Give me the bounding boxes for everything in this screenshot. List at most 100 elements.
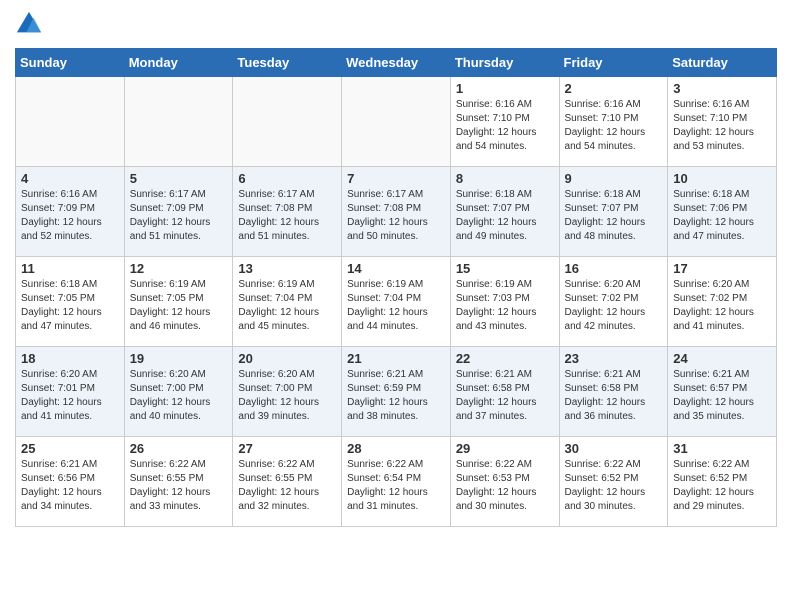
page-header (15, 10, 777, 38)
calendar-cell (233, 77, 342, 167)
calendar-cell: 25Sunrise: 6:21 AMSunset: 6:56 PMDayligh… (16, 437, 125, 527)
day-info: Sunrise: 6:18 AMSunset: 7:07 PMDaylight:… (456, 188, 554, 244)
day-number: 18 (21, 351, 119, 366)
day-info: Sunrise: 6:22 AMSunset: 6:52 PMDaylight:… (565, 458, 663, 514)
day-number: 1 (456, 81, 554, 96)
day-info: Sunrise: 6:19 AMSunset: 7:03 PMDaylight:… (456, 278, 554, 334)
daylight-text: Daylight: 12 hours (456, 487, 537, 498)
day-info: Sunrise: 6:20 AMSunset: 7:00 PMDaylight:… (238, 368, 336, 424)
column-header-tuesday: Tuesday (233, 49, 342, 77)
sunrise-text: Sunrise: 6:19 AM (456, 279, 532, 290)
daylight-minutes: and 46 minutes. (130, 321, 201, 332)
column-header-saturday: Saturday (668, 49, 777, 77)
daylight-minutes: and 40 minutes. (130, 411, 201, 422)
calendar-cell: 26 Sunrise: 6:22 AMSunset: 6:55 PMDayligh… (124, 437, 233, 527)
day-number: 25 (21, 441, 119, 456)
calendar: SundayMondayTuesdayWednesdayThursdayFrid… (15, 48, 777, 527)
day-info: Sunrise: 6:16 AMSunset: 7:10 PMDaylight:… (673, 98, 771, 154)
day-number: 7 (347, 171, 445, 186)
daylight-text: Daylight: 12 hours (565, 487, 646, 498)
calendar-week-row: 18 Sunrise: 6:20 AM Sunset: 7:01 PM Dayligh… (16, 347, 777, 437)
calendar-cell: 21 Sunrise: 6:21 AM Sunset: 6:59 PM Dayligh… (342, 347, 451, 437)
day-number: 10 (673, 171, 771, 186)
day-number: 15 (456, 261, 554, 276)
day-number: 14 (347, 261, 445, 276)
sunrise-text: Sunrise: 6:21 AM (673, 369, 749, 380)
sunrise-text: Sunrise: 6:19 AM (347, 279, 423, 290)
daylight-text: Daylight: 12 hours (21, 397, 102, 408)
day-info: Sunrise: 6:17 AMSunset: 7:08 PMDaylight:… (238, 188, 336, 244)
calendar-cell (342, 77, 451, 167)
day-info: Sunrise: 6:16 AMSunset: 7:10 PMDaylight:… (456, 98, 554, 154)
day-info: Sunrise: 6:16 AMSunset: 7:10 PMDaylight:… (565, 98, 663, 154)
calendar-cell: 28 Sunrise: 6:22 AMSunset: 6:54 PMDayligh… (342, 437, 451, 527)
day-info: Sunrise: 6:20 AMSunset: 7:00 PMDaylight:… (130, 368, 228, 424)
daylight-minutes: and 43 minutes. (456, 321, 527, 332)
daylight-minutes: and 29 minutes. (673, 501, 744, 512)
calendar-cell: 12Sunrise: 6:19 AMSunset: 7:05 PMDayligh… (124, 257, 233, 347)
sunrise-text: Sunrise: 6:18 AM (673, 189, 749, 200)
sunset-text: Sunset: 7:09 PM (21, 203, 95, 214)
sunset-text: Sunset: 6:52 PM (673, 473, 747, 484)
day-number: 16 (565, 261, 663, 276)
day-number: 28 (347, 441, 445, 456)
daylight-text: Daylight: 12 hours (238, 217, 319, 228)
day-info: Sunrise: 6:17 AMSunset: 7:09 PMDaylight:… (130, 188, 228, 244)
day-info: Sunrise: 6:20 AMSunset: 7:02 PMDaylight:… (673, 278, 771, 334)
day-info: Sunrise: 6:22 AMSunset: 6:52 PMDaylight:… (673, 458, 771, 514)
sunset-text: Sunset: 7:10 PM (673, 113, 747, 124)
daylight-minutes: and 45 minutes. (238, 321, 309, 332)
day-info: Sunrise: 6:22 AMSunset: 6:55 PMDaylight:… (130, 458, 228, 514)
day-info: Sunrise: 6:21 AM Sunset: 6:59 PM Daylight:… (347, 368, 445, 424)
day-number: 8 (456, 171, 554, 186)
sunrise-text: Sunrise: 6:20 AM (21, 369, 97, 380)
calendar-cell: 14Sunrise: 6:19 AMSunset: 7:04 PMDayligh… (342, 257, 451, 347)
daylight-text: Daylight: 12 hours (347, 397, 428, 408)
sunset-text: Sunset: 6:59 PM (347, 383, 421, 394)
sunrise-text: Sunrise: 6:21 AM (21, 459, 97, 470)
sunset-text: Sunset: 7:01 PM (21, 383, 95, 394)
day-info: Sunrise: 6:18 AMSunset: 7:07 PMDaylight:… (565, 188, 663, 244)
calendar-header-row: SundayMondayTuesdayWednesdayThursdayFrid… (16, 49, 777, 77)
sunrise-text: Sunrise: 6:17 AM (130, 189, 206, 200)
day-number: 21 (347, 351, 445, 366)
calendar-cell: 22Sunrise: 6:21 AMSunset: 6:58 PMDayligh… (450, 347, 559, 437)
calendar-week-row: 4Sunrise: 6:16 AMSunset: 7:09 PMDaylight… (16, 167, 777, 257)
calendar-cell: 19Sunrise: 6:20 AMSunset: 7:00 PMDayligh… (124, 347, 233, 437)
day-number: 26 (130, 441, 228, 456)
daylight-minutes: and 42 minutes. (565, 321, 636, 332)
daylight-minutes: and 54 minutes. (456, 141, 527, 152)
calendar-cell: 3Sunrise: 6:16 AMSunset: 7:10 PMDaylight… (668, 77, 777, 167)
day-number: 13 (238, 261, 336, 276)
daylight-minutes: and 49 minutes. (456, 231, 527, 242)
daylight-text: Daylight: 12 hours (347, 307, 428, 318)
sunset-text: Sunset: 7:08 PM (238, 203, 312, 214)
day-number: 2 (565, 81, 663, 96)
daylight-text: Daylight: 12 hours (347, 487, 428, 498)
day-number: 5 (130, 171, 228, 186)
calendar-cell: 7Sunrise: 6:17 AMSunset: 7:08 PMDaylight… (342, 167, 451, 257)
sunset-text: Sunset: 6:58 PM (456, 383, 530, 394)
sunset-text: Sunset: 6:55 PM (130, 473, 204, 484)
daylight-text: Daylight: 12 hours (130, 397, 211, 408)
daylight-minutes: and 37 minutes. (456, 411, 527, 422)
calendar-week-row: 11Sunrise: 6:18 AMSunset: 7:05 PMDayligh… (16, 257, 777, 347)
daylight-text: Daylight: 12 hours (21, 307, 102, 318)
daylight-minutes: and 30 minutes. (565, 501, 636, 512)
daylight-minutes: and 44 minutes. (347, 321, 418, 332)
daylight-text: Daylight: 12 hours (673, 397, 754, 408)
daylight-text: Daylight: 12 hours (130, 487, 211, 498)
calendar-week-row: 1 Sunrise: 6:16 AMSunset: 7:10 PMDaylight… (16, 77, 777, 167)
day-info: Sunrise: 6:22 AMSunset: 6:54 PMDaylight:… (347, 458, 445, 514)
sunset-text: Sunset: 7:05 PM (21, 293, 95, 304)
sunrise-text: Sunrise: 6:20 AM (565, 279, 641, 290)
calendar-cell: 9Sunrise: 6:18 AMSunset: 7:07 PMDaylight… (559, 167, 668, 257)
day-info: Sunrise: 6:18 AMSunset: 7:05 PMDaylight:… (21, 278, 119, 334)
daylight-minutes: and 34 minutes. (21, 501, 92, 512)
day-number: 6 (238, 171, 336, 186)
calendar-cell: 13Sunrise: 6:19 AMSunset: 7:04 PMDayligh… (233, 257, 342, 347)
sunrise-text: Sunrise: 6:21 AM (347, 369, 423, 380)
daylight-minutes: and 54 minutes. (565, 141, 636, 152)
daylight-text: Daylight: 12 hours (673, 127, 754, 138)
day-number: 4 (21, 171, 119, 186)
